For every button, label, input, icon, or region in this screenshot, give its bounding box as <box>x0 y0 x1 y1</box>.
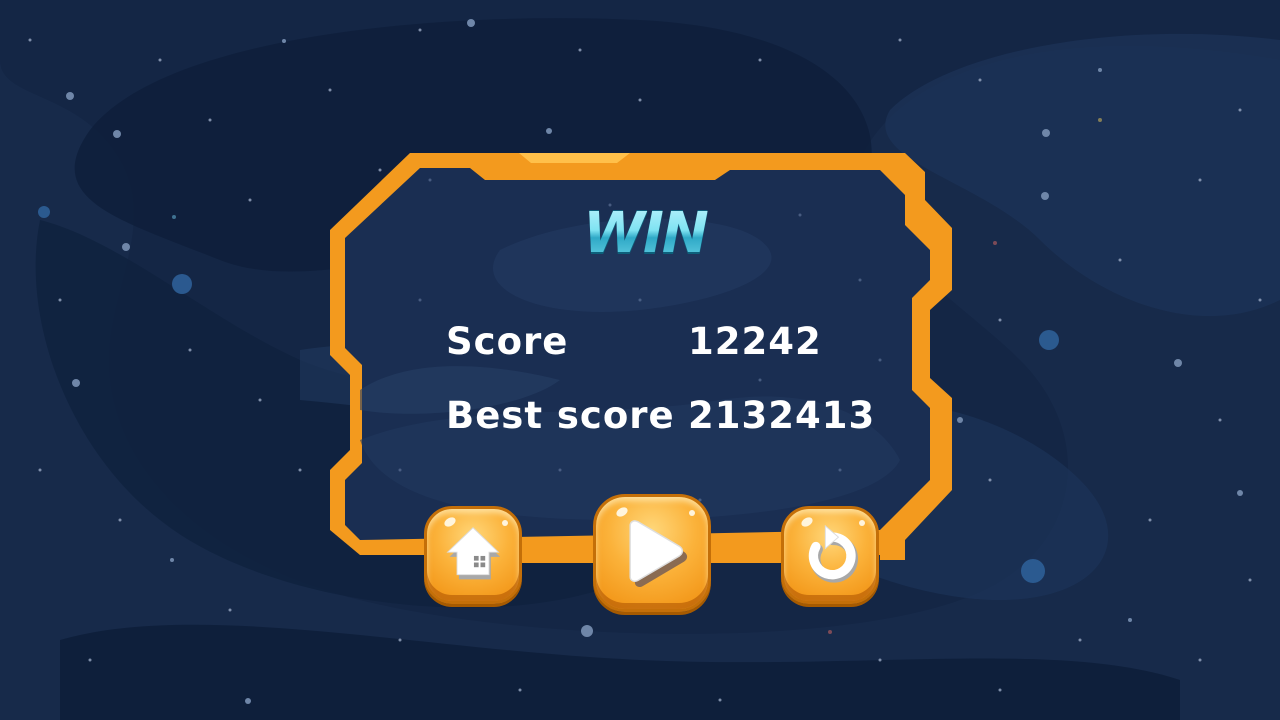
play-button[interactable] <box>593 494 711 612</box>
score-label: Score <box>446 320 569 363</box>
game-screen: WIN Score 12242 Best score 2132413 <box>0 0 1280 720</box>
home-icon <box>446 527 501 580</box>
score-value: 12242 <box>688 320 822 363</box>
replay-button[interactable] <box>781 506 879 604</box>
win-title: WIN <box>570 196 720 272</box>
play-icon <box>629 520 688 587</box>
best-score-value: 2132413 <box>688 394 876 437</box>
best-score-label: Best score <box>446 394 675 437</box>
replay-icon <box>808 524 858 583</box>
home-button[interactable] <box>424 506 522 604</box>
result-panel-frame <box>330 153 952 563</box>
